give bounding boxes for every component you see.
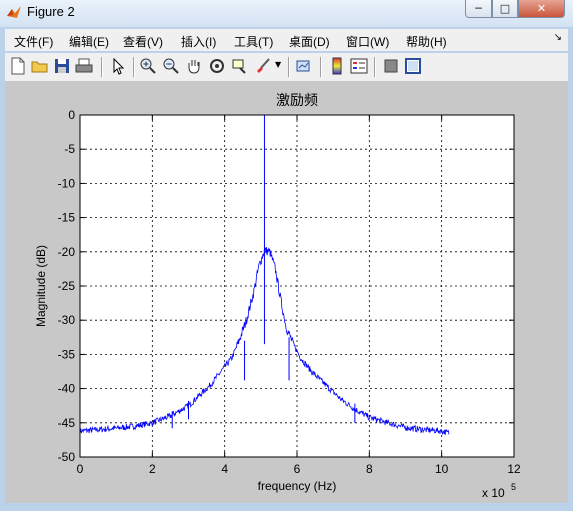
y-axis-label: Magnitude (dB) <box>34 245 48 327</box>
matlab-logo-icon <box>7 6 21 18</box>
plot-svg: 0 2 4 6 8 10 12 0 -5 -10 -15 -20 -25 -30 -35 -40 -45 -50 激… <box>34 92 521 500</box>
insert-colorbar-icon[interactable] <box>328 57 346 75</box>
toolbar-separator <box>101 57 103 77</box>
y-tick-label: 0 <box>68 108 75 122</box>
menu-help[interactable]: 帮助(H) <box>406 33 447 50</box>
show-plot-tools-icon[interactable] <box>404 57 422 75</box>
figure-canvas[interactable]: 0 2 4 6 8 10 12 0 -5 -10 -15 -20 -25 -30 -35 -40 -45 -50 激… <box>5 82 568 503</box>
menu-view[interactable]: 查看(V) <box>123 33 163 50</box>
x-tick-label: 0 <box>77 462 84 476</box>
y-tick-label: -45 <box>58 416 76 430</box>
menu-dock-arrow-icon[interactable]: ↘ <box>554 32 562 43</box>
maximize-icon: □ <box>499 2 511 15</box>
minimize-icon: ─ <box>475 2 482 15</box>
menu-window[interactable]: 窗口(W) <box>346 33 389 50</box>
print-icon[interactable] <box>75 57 93 75</box>
minimize-button[interactable]: ─ <box>465 0 492 18</box>
maximize-button[interactable]: □ <box>492 0 518 18</box>
data-cursor-icon[interactable] <box>231 57 249 75</box>
save-icon[interactable] <box>53 57 71 75</box>
link-plot-icon[interactable] <box>295 57 313 75</box>
y-tick-label: -50 <box>58 450 76 464</box>
menu-edit[interactable]: 编辑(E) <box>69 33 109 50</box>
x-tick-label: 12 <box>507 462 521 476</box>
close-icon: ✕ <box>536 2 547 15</box>
edit-plot-arrow-icon[interactable] <box>109 57 127 75</box>
toolbar-separator <box>374 57 376 77</box>
x-exponent-power: 5 <box>511 482 516 492</box>
toolbar-separator <box>320 57 322 77</box>
brush-icon[interactable] <box>254 57 272 75</box>
y-tick-label: -30 <box>58 313 76 327</box>
y-tick-label: -40 <box>58 382 76 396</box>
brush-dropdown-icon[interactable]: ▼ <box>275 60 281 69</box>
menu-tools[interactable]: 工具(T) <box>234 33 273 50</box>
title-bar[interactable]: Figure 2 ─ □ ✕ <box>0 0 573 27</box>
menu-insert[interactable]: 插入(I) <box>181 33 216 50</box>
open-file-icon[interactable] <box>31 57 49 75</box>
y-tick-label: -5 <box>64 142 75 156</box>
menu-bar: 文件(F) 编辑(E) 查看(V) 插入(I) 工具(T) 桌面(D) 窗口(W… <box>5 29 568 51</box>
y-tick-label: -25 <box>58 279 76 293</box>
toolbar-separator <box>288 57 290 77</box>
x-tick-label: 8 <box>366 462 373 476</box>
figure-toolbar: ▼ <box>5 53 568 82</box>
y-tick-label: -15 <box>58 211 76 225</box>
zoom-in-icon[interactable] <box>139 57 157 75</box>
y-tick-label: -10 <box>58 176 76 190</box>
rotate-3d-icon[interactable] <box>208 57 226 75</box>
hide-plot-tools-icon[interactable] <box>382 57 400 75</box>
menu-desktop[interactable]: 桌面(D) <box>289 33 330 50</box>
insert-legend-icon[interactable] <box>350 57 368 75</box>
pan-hand-icon[interactable] <box>185 57 203 75</box>
menu-file[interactable]: 文件(F) <box>14 33 53 50</box>
y-tick-label: -35 <box>58 347 76 361</box>
x-tick-label: 2 <box>149 462 156 476</box>
toolbar-separator <box>133 57 135 77</box>
y-tick-label: -20 <box>58 245 76 259</box>
chart-title: 激励频 <box>276 92 318 109</box>
new-figure-icon[interactable] <box>9 57 27 75</box>
close-button[interactable]: ✕ <box>518 0 565 18</box>
x-axis-label: frequency (Hz) <box>258 479 337 493</box>
figure-window: Figure 2 ─ □ ✕ 文件(F) 编辑(E) 查看(V) 插入(I) 工… <box>0 0 573 511</box>
x-tick-label: 10 <box>435 462 449 476</box>
x-tick-label: 6 <box>294 462 301 476</box>
zoom-out-icon[interactable] <box>162 57 180 75</box>
x-exponent-label: x 10 <box>482 486 505 500</box>
x-tick-label: 4 <box>221 462 228 476</box>
window-title: Figure 2 <box>27 4 75 19</box>
window-bottom-border <box>0 503 573 511</box>
